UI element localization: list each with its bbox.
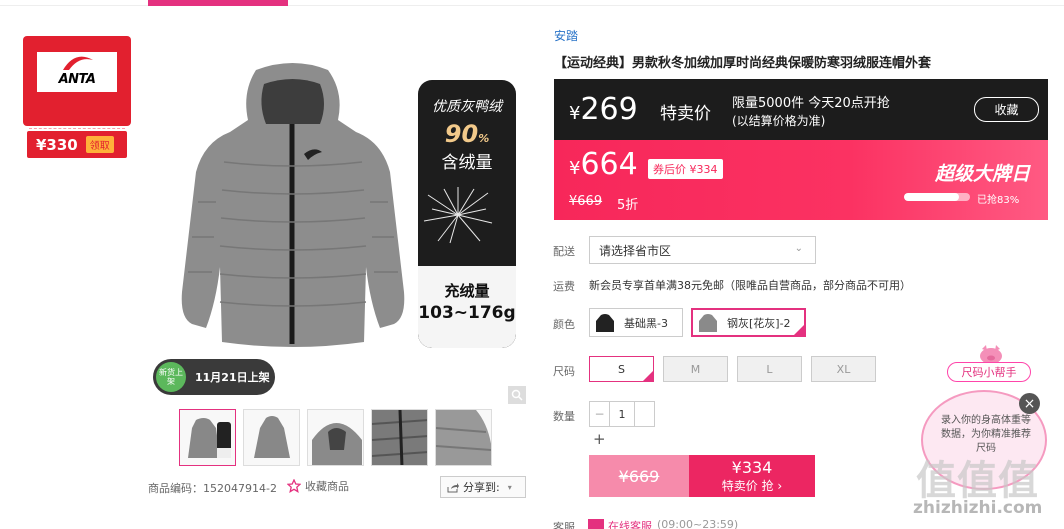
- after-coupon-price: 券后价 ¥334: [648, 159, 723, 179]
- thumbnail-2[interactable]: [243, 409, 300, 466]
- active-nav-indicator: [148, 0, 288, 6]
- flash-note: (以结算价格为准): [732, 114, 826, 128]
- share-label: 分享到:: [463, 481, 500, 494]
- service-label: 客服: [553, 521, 575, 529]
- close-icon[interactable]: ×: [1019, 393, 1040, 414]
- quantity-value[interactable]: 1: [610, 402, 634, 426]
- panel-line1: 优质灰鸭绒: [432, 99, 502, 115]
- panel-percent: 90%: [444, 120, 490, 148]
- flash-sale-bar: ¥269 特卖价 限量5000件 今天20点开抢 (以结算价格为准) 收藏: [554, 79, 1048, 140]
- jacket-image: [181, 63, 405, 347]
- star-icon: [287, 479, 301, 493]
- share-icon: [447, 482, 459, 492]
- color-option-grey[interactable]: 钢灰[花灰]-2: [691, 308, 806, 337]
- quantity-spacer: [634, 402, 654, 426]
- color-option-label: 钢灰[花灰]-2: [727, 316, 791, 330]
- swatch-black: [596, 313, 614, 332]
- color-option-label: 基础黑-3: [624, 316, 668, 330]
- brand-coupon[interactable]: ¥330 领取: [27, 131, 127, 158]
- service-hours: (09:00~23:59): [657, 518, 739, 529]
- buy-action: 特卖价 抢 ›: [721, 479, 783, 493]
- quantity-plus-button[interactable]: +: [593, 430, 606, 448]
- size-helper-button[interactable]: 尺码小帮手: [947, 362, 1031, 382]
- panel-fill-label: 充绒量: [444, 282, 490, 300]
- feature-panel: 优质灰鸭绒 90% 含绒量 充绒量 103~176g: [418, 80, 516, 348]
- watermark-text: zhizhizhi.com: [913, 498, 1043, 518]
- quantity-label: 数量: [553, 410, 575, 423]
- new-arrival-badge: 新货上架: [156, 362, 186, 392]
- flash-price: ¥269: [569, 92, 638, 127]
- size-option-s[interactable]: S: [589, 356, 654, 382]
- buy-price: ¥334: [731, 458, 773, 477]
- coupon-get-button[interactable]: 领取: [85, 136, 114, 153]
- share-dropdown[interactable]: 分享到: ▾: [440, 476, 526, 498]
- favorite-button[interactable]: 收藏商品: [287, 478, 349, 494]
- collect-button[interactable]: 收藏: [974, 97, 1039, 122]
- buy-button[interactable]: ¥334 特卖价 抢 ›: [689, 455, 815, 497]
- service-tag: [588, 519, 604, 529]
- brand-card[interactable]: ANTA: [23, 36, 131, 126]
- favorite-label: 收藏商品: [305, 480, 349, 493]
- coupon-price: ¥330: [36, 135, 78, 154]
- thumbnail-4[interactable]: [371, 409, 428, 466]
- sold-progress-fill: [904, 193, 959, 201]
- zoom-icon[interactable]: [508, 386, 526, 404]
- selected-check-icon: [793, 324, 805, 336]
- flash-price-label: 特卖价: [660, 104, 711, 124]
- size-label: 尺码: [553, 365, 575, 378]
- region-placeholder: 请选择省市区: [599, 243, 672, 258]
- event-title: 超级大牌日: [935, 163, 1031, 185]
- brand-link[interactable]: 安踏: [554, 27, 578, 44]
- shipping-label: 运费: [553, 280, 575, 293]
- thumbnail-5[interactable]: [435, 409, 492, 466]
- swatch-grey: [699, 313, 717, 332]
- sale-price: ¥664: [569, 147, 638, 182]
- discount: 5折: [617, 198, 639, 213]
- release-badge: 新货上架 11月21日上架: [153, 359, 275, 395]
- size-option-xl[interactable]: XL: [811, 356, 876, 382]
- down-feather-icon: [423, 187, 493, 244]
- panel-line3: 含绒量: [441, 153, 493, 173]
- quantity-stepper: − 1: [589, 401, 655, 427]
- thumbnail-3[interactable]: [307, 409, 364, 466]
- quantity-minus-button[interactable]: −: [590, 402, 610, 426]
- selected-check-icon: [642, 370, 654, 382]
- anta-logo: ANTA: [37, 52, 117, 92]
- buy-original-price[interactable]: ¥669: [589, 455, 689, 497]
- thumbnail-1[interactable]: [179, 409, 236, 466]
- product-code: 商品编码：152047914-2: [148, 482, 277, 495]
- shipping-info: 新会员专享首单满38元免邮（限唯品自营商品，部分商品不可用）: [589, 279, 911, 292]
- sold-progress-bar: [904, 193, 970, 201]
- service-link[interactable]: 在线客服: [608, 518, 652, 529]
- original-price: ¥669: [569, 194, 603, 209]
- thumbnail-strip: [179, 409, 492, 466]
- chevron-down-icon: ▾: [507, 482, 512, 492]
- region-select[interactable]: 请选择省市区 ⌄: [589, 236, 816, 264]
- sold-percent: 已抢83%: [977, 195, 1020, 206]
- coupon-divider: [29, 128, 125, 129]
- panel-lower: 充绒量 103~176g: [418, 266, 516, 348]
- color-option-black[interactable]: 基础黑-3: [589, 308, 683, 337]
- color-label: 颜色: [553, 318, 575, 331]
- release-date: 11月21日上架: [195, 371, 270, 384]
- sale-price-bar: ¥664 券后价 ¥334 ¥669 5折 超级大牌日 已抢83%: [554, 140, 1048, 220]
- size-option-m[interactable]: M: [663, 356, 728, 382]
- chevron-down-icon: ⌄: [794, 243, 803, 254]
- flash-limit: 限量5000件 今天20点开抢: [732, 96, 890, 111]
- main-product-image[interactable]: 优质灰鸭绒 90% 含绒量 充绒量 103~176g: [148, 30, 528, 400]
- panel-fill-value: 103~176g: [418, 303, 516, 323]
- delivery-label: 配送: [553, 245, 575, 258]
- size-option-l[interactable]: L: [737, 356, 802, 382]
- product-title: 【运动经典】男款秋冬加绒加厚时尚经典保暖防寒羽绒服连帽外套: [554, 56, 932, 71]
